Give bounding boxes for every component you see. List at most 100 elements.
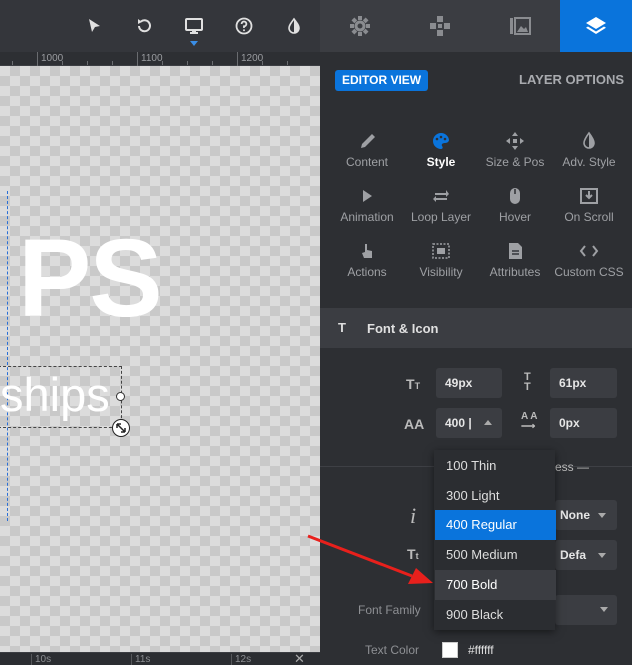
option-custom-css[interactable]: Custom CSS [552, 240, 626, 279]
option-adv-style[interactable]: Adv. Style [552, 130, 626, 169]
resize-handle-icon[interactable] [112, 419, 130, 437]
loop-icon [433, 190, 449, 202]
heading-layer-text[interactable]: PS [18, 224, 163, 334]
layers-tab[interactable] [560, 0, 632, 52]
active-device-indicator [190, 41, 198, 46]
document-icon [509, 243, 522, 259]
chevron-down-icon [598, 553, 606, 558]
text-transform-value: Defa [560, 548, 587, 562]
layer-options-title: LAYER OPTIONS [519, 72, 624, 87]
editor-canvas[interactable]: PS ships [0, 66, 320, 652]
contrast-icon [583, 131, 595, 149]
selected-layer-box[interactable] [0, 366, 122, 428]
option-animation[interactable]: Animation [330, 185, 404, 224]
option-label: Content [345, 155, 389, 169]
navigation-tab[interactable] [400, 0, 480, 52]
line-height-icon: TT [524, 371, 531, 393]
dropdown-option-400[interactable]: 400 Regular [435, 510, 556, 540]
horizontal-ruler: 1000 1100 1200 [0, 52, 320, 66]
option-on-scroll[interactable]: On Scroll [552, 185, 626, 224]
top-toolbar [0, 0, 320, 52]
ruler-label: 1200 [237, 52, 263, 66]
option-label: Animation [340, 210, 394, 224]
option-size-pos[interactable]: Size & Pos [478, 130, 552, 169]
code-icon [579, 245, 599, 257]
annotation-arrow-icon [307, 534, 433, 584]
font-weight-icon: AA [404, 416, 425, 432]
font-family-label: Font Family [358, 603, 421, 617]
option-label: Adv. Style [562, 155, 616, 169]
mouse-icon [510, 188, 520, 204]
timeline-strip[interactable]: 10s 11s 12s ✕ [0, 652, 320, 665]
palette-icon [433, 132, 449, 149]
option-loop-layer[interactable]: Loop Layer [404, 185, 478, 224]
option-label: On Scroll [564, 210, 614, 224]
option-label: Custom CSS [554, 265, 624, 279]
font-weight-value: 400 | [445, 416, 472, 430]
dropdown-option-900[interactable]: 900 Black [435, 600, 556, 630]
close-icon[interactable]: ✕ [294, 652, 305, 665]
option-hover[interactable]: Hover [478, 185, 552, 224]
move-arrows-icon [506, 132, 524, 150]
monitor-icon[interactable] [182, 14, 206, 38]
play-icon [363, 190, 372, 202]
option-actions[interactable]: Actions [330, 240, 404, 279]
italic-value: None [560, 508, 590, 522]
font-weight-dropdown[interactable]: 100 Thin 300 Light 400 Regular 500 Mediu… [434, 450, 556, 630]
font-size-field[interactable]: 49px [436, 368, 502, 398]
layers-icon [586, 17, 606, 34]
dropdown-option-100[interactable]: 100 Thin [435, 451, 556, 481]
editor-view-button[interactable]: EDITOR VIEW [335, 70, 429, 91]
option-content[interactable]: Content [330, 130, 404, 169]
undo-icon[interactable] [132, 14, 156, 38]
contrast-icon[interactable] [282, 14, 306, 38]
font-weight-select[interactable]: 400 | [436, 408, 502, 438]
section-title: Font & Icon [367, 321, 439, 336]
caret-up-icon [484, 420, 492, 425]
option-attributes[interactable]: Attributes [478, 240, 552, 279]
timeline-label: 10s [31, 654, 51, 665]
gamepad-icon [430, 16, 450, 36]
text-transform-select[interactable]: Defa [555, 540, 617, 570]
cursor-arrow-icon[interactable] [82, 14, 106, 38]
line-height-field[interactable]: 61px [550, 368, 617, 398]
dropdown-option-300[interactable]: 300 Light [435, 481, 556, 511]
italic-select[interactable]: None [555, 500, 617, 530]
pencil-icon [361, 134, 375, 148]
settings-tab[interactable] [320, 0, 400, 52]
option-label: Hover [498, 210, 531, 224]
option-visibility[interactable]: Visibility [404, 240, 478, 279]
option-label: Size & Pos [485, 155, 545, 169]
color-swatch[interactable] [442, 642, 458, 658]
option-label: Actions [347, 265, 387, 279]
option-label: Style [426, 155, 456, 169]
images-icon [510, 17, 531, 35]
chevron-down-icon [598, 513, 606, 518]
visibility-icon [432, 243, 450, 259]
help-icon[interactable] [232, 14, 256, 38]
text-t-icon: T [338, 320, 346, 335]
italic-icon: i [410, 503, 417, 528]
timeline-label: 12s [231, 654, 251, 665]
scroll-download-icon [580, 188, 598, 204]
dropdown-option-500[interactable]: 500 Medium [435, 540, 556, 570]
section-partial-label: ess — [555, 460, 590, 474]
option-label: Attributes [489, 265, 541, 279]
media-tab[interactable] [480, 0, 560, 52]
option-style[interactable]: Style [404, 130, 478, 169]
letter-spacing-icon: A A ⟶ [521, 411, 538, 432]
letter-spacing-field[interactable]: 0px [550, 408, 617, 438]
chevron-down-icon [600, 607, 608, 612]
timeline-label: 11s [131, 654, 150, 665]
text-color-value[interactable]: #ffffff [468, 643, 494, 657]
group-selection-border [0, 191, 8, 521]
font-icon-section-header[interactable]: T Font & Icon [320, 308, 632, 348]
settings-icon [350, 16, 370, 36]
font-size-icon: TT [406, 376, 421, 392]
option-label: Loop Layer [410, 210, 472, 224]
dropdown-option-700[interactable]: 700 Bold [435, 570, 556, 600]
text-color-label: Text Color [365, 643, 420, 657]
ruler-label: 1000 [37, 52, 63, 66]
rotate-handle[interactable] [116, 392, 125, 401]
pointer-hand-icon [362, 244, 372, 258]
